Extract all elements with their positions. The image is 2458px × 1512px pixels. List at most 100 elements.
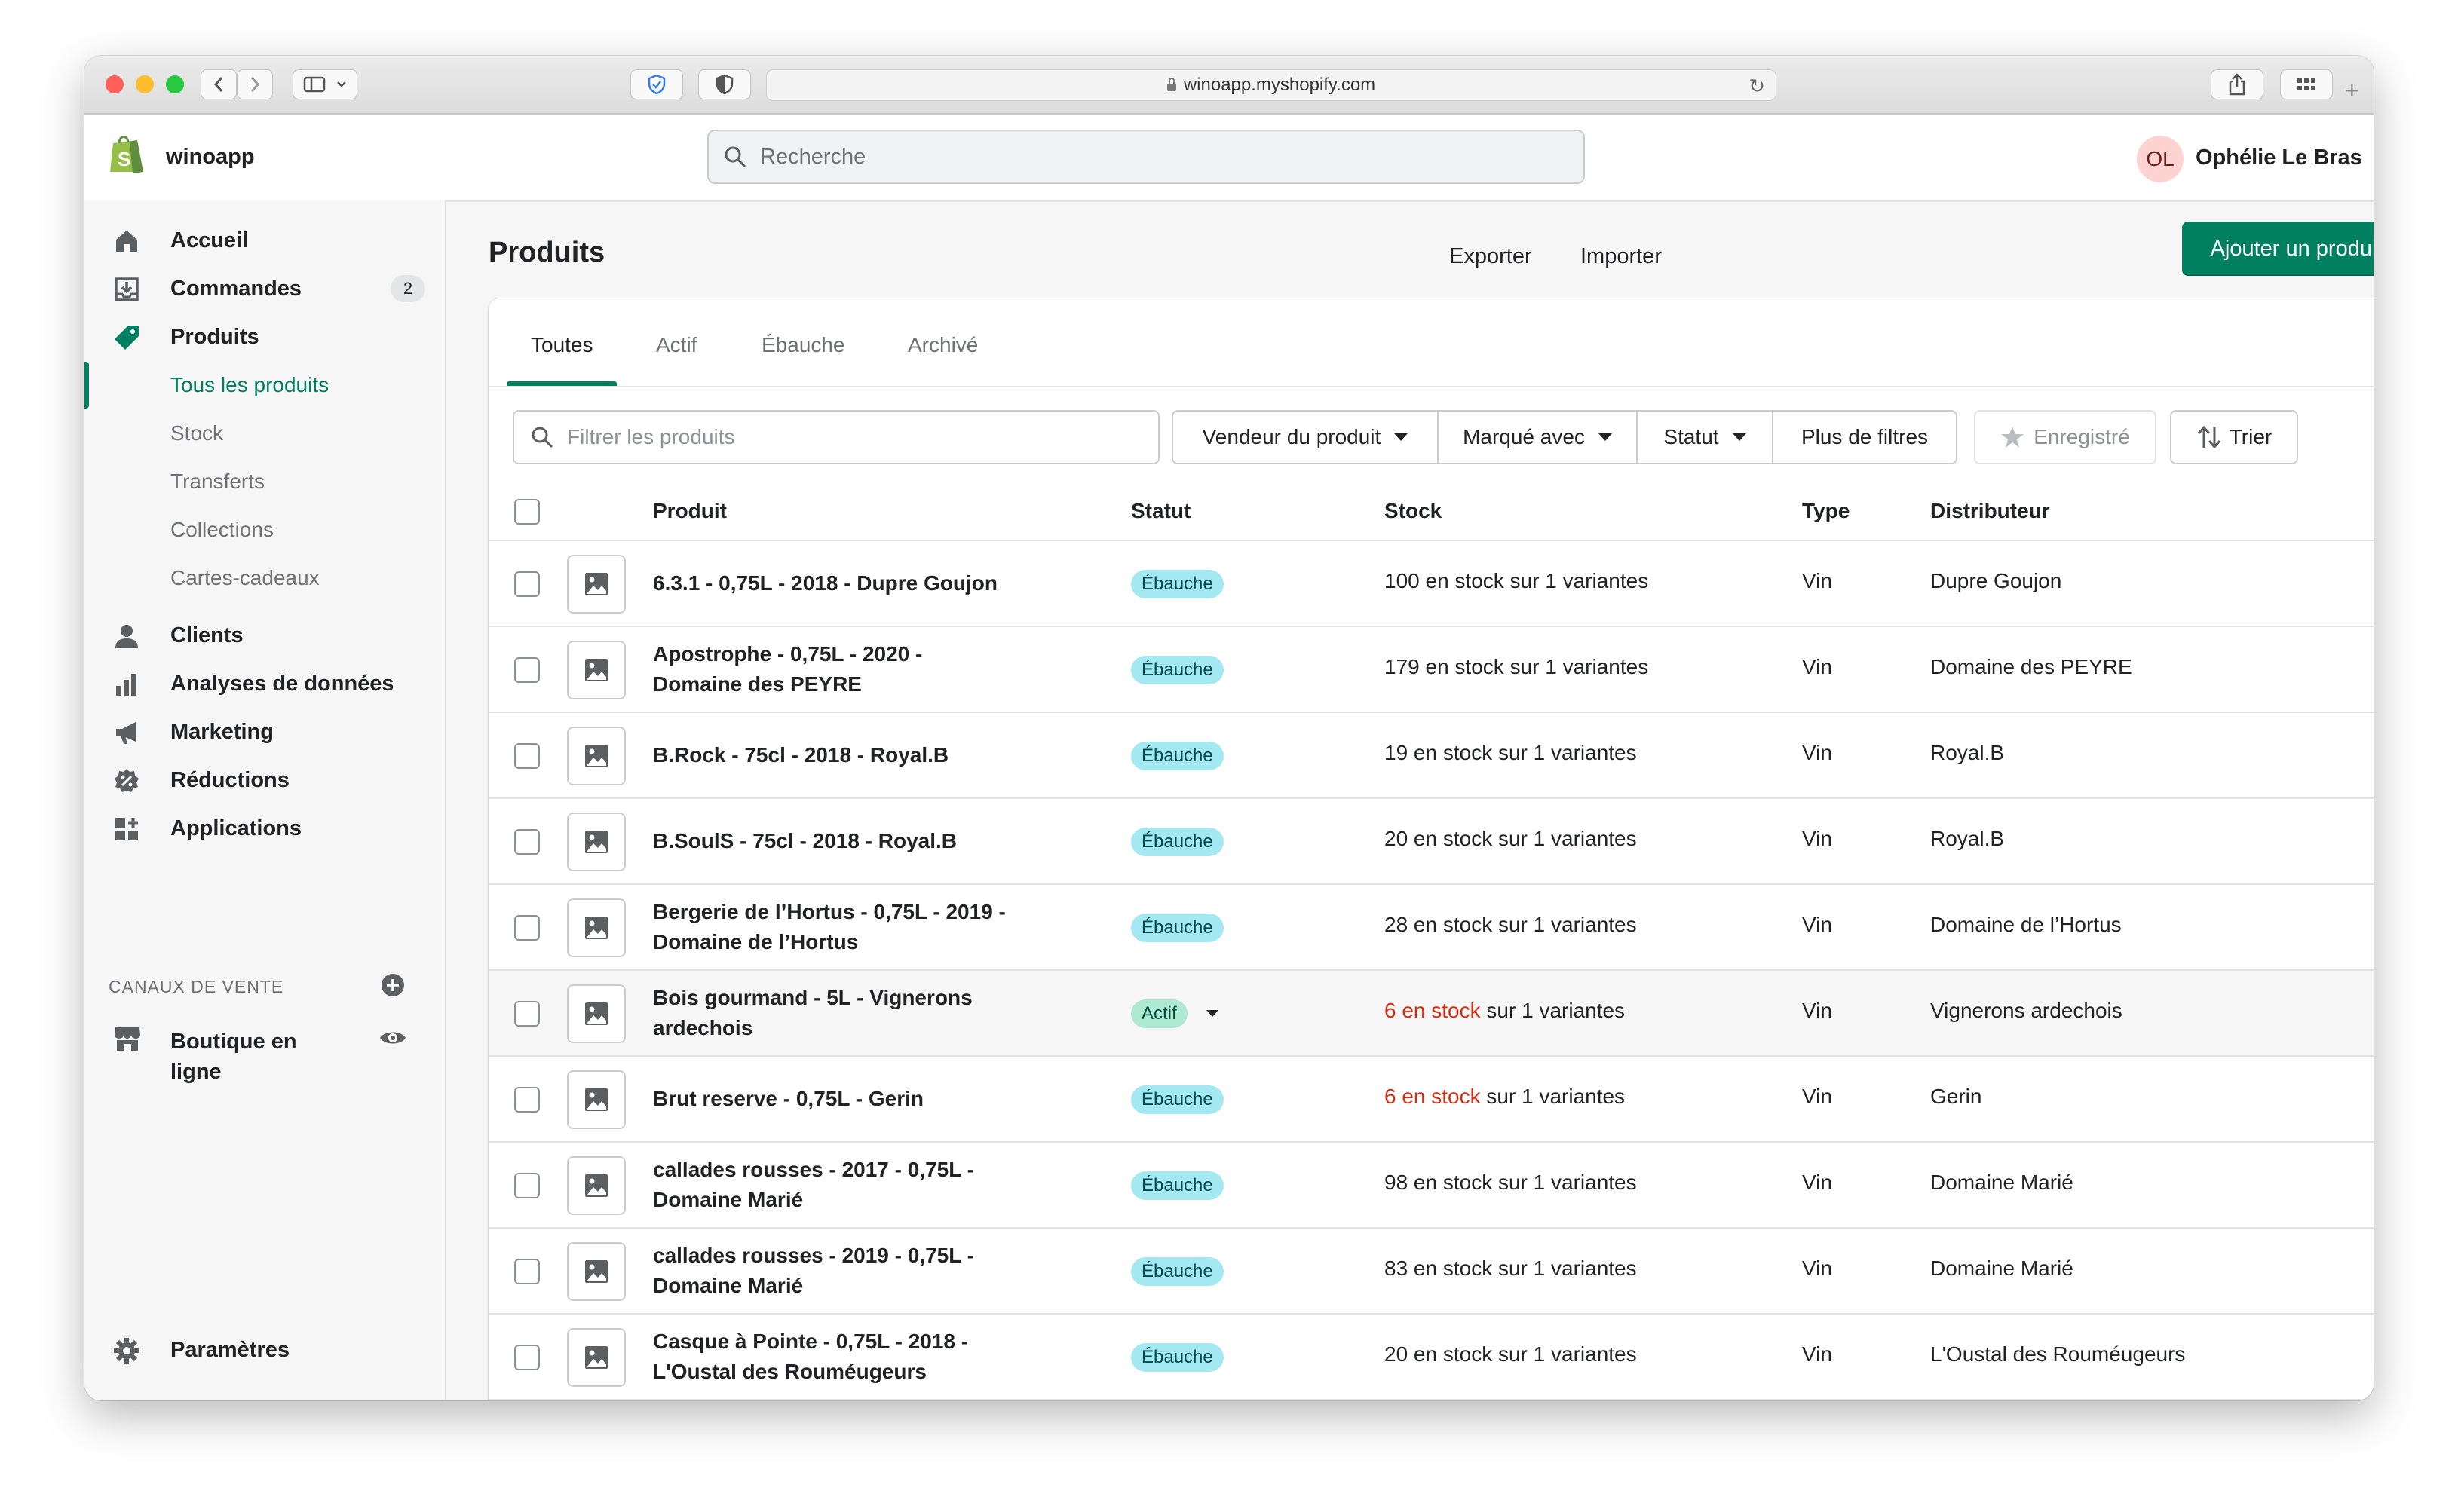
product-name-link[interactable]: Brut reserve - 0,75L - Gerin [653, 1057, 1045, 1141]
product-thumbnail[interactable] [567, 1328, 626, 1387]
shopify-logo-icon[interactable]: S [107, 133, 146, 175]
add-product-button[interactable]: Ajouter un produit [2182, 222, 2374, 276]
apps-icon [115, 818, 138, 840]
sidebar-item-online-store[interactable]: Boutique en ligne [84, 1019, 445, 1094]
product-thumbnail[interactable] [567, 984, 626, 1043]
sidebar-item-commandes[interactable]: Commandes 2 [84, 265, 445, 312]
table-row[interactable]: Brut reserve - 0,75L - Gerin Ébauche 6 en … [489, 1057, 2374, 1143]
select-all-checkbox[interactable] [514, 499, 540, 525]
sidebar-item-settings[interactable]: Paramètres [84, 1327, 445, 1373]
back-button[interactable] [201, 69, 237, 99]
product-thumbnail[interactable] [567, 641, 626, 699]
product-name-link[interactable]: 6.3.1 - 0,75L - 2018 - Dupre Goujon [653, 541, 1045, 626]
row-checkbox[interactable] [514, 1001, 540, 1027]
product-name-link[interactable]: B.SoulS - 75cl - 2018 - Royal.B [653, 799, 1045, 883]
sidebar-item-apps[interactable]: Applications [84, 805, 445, 852]
zoom-window-button[interactable] [166, 75, 184, 93]
product-name-link[interactable]: Casque à Pointe - 0,75L - 2018 - L'Oustal… [653, 1315, 1045, 1399]
sidebar-subitem-transfers[interactable]: Transferts [84, 458, 445, 505]
tab-draft[interactable]: Ébauche [762, 333, 845, 357]
product-name-link[interactable]: callades rousses - 2019 - 0,75L - Domaine… [653, 1229, 1045, 1313]
tab-all[interactable]: Toutes [531, 333, 593, 357]
product-thumbnail[interactable] [567, 898, 626, 957]
column-header-type[interactable]: Type [1802, 499, 1850, 523]
sidebar-subitem-collections[interactable]: Collections [84, 507, 445, 553]
import-button[interactable]: Importer [1580, 244, 1662, 269]
row-checkbox[interactable] [514, 915, 540, 941]
tab-overview-button[interactable] [2280, 69, 2333, 99]
forward-button[interactable] [237, 69, 273, 99]
status-filter-button[interactable]: Statut [1636, 410, 1773, 464]
row-checkbox[interactable] [514, 571, 540, 597]
sidebar-item-produits[interactable]: Produits [84, 314, 445, 360]
table-row[interactable]: callades rousses - 2017 - 0,75L - Domaine… [489, 1143, 2374, 1229]
store-name[interactable]: winoapp [166, 145, 255, 170]
filter-products-input[interactable]: Filtrer les produits [513, 410, 1160, 464]
sidebar-subitem-all-products[interactable]: Tous les produits [84, 362, 445, 409]
sidebar-subitem-stock[interactable]: Stock [84, 410, 445, 457]
table-row[interactable]: callades rousses - 2019 - 0,75L - Domaine… [489, 1229, 2374, 1315]
table-row[interactable]: Bois gourmand - 5L - Vignerons ardechois A… [489, 971, 2374, 1057]
eye-icon[interactable] [379, 1028, 407, 1048]
avatar[interactable]: OL [2137, 136, 2184, 182]
product-thumbnail[interactable] [567, 727, 626, 785]
new-tab-icon[interactable]: + [2345, 77, 2359, 105]
export-button[interactable]: Exporter [1449, 244, 1532, 269]
sidebar-toggle-button[interactable] [293, 69, 357, 99]
sidebar-item-discounts[interactable]: Réductions [84, 757, 445, 803]
column-header-stock[interactable]: Stock [1384, 499, 1442, 523]
product-name-link[interactable]: B.Rock - 75cl - 2018 - Royal.B [653, 713, 1045, 797]
row-checkbox[interactable] [514, 1087, 540, 1113]
tab-archived[interactable]: Archivé [908, 333, 978, 357]
column-header-product[interactable]: Produit [653, 499, 727, 523]
product-thumbnail[interactable] [567, 1156, 626, 1215]
content-blocker-button[interactable] [698, 69, 751, 99]
add-channel-icon[interactable] [380, 972, 406, 998]
address-bar[interactable]: winoapp.myshopify.com ↻ [766, 69, 1776, 101]
product-name-link[interactable]: Bois gourmand - 5L - Vignerons ardechois [653, 971, 1045, 1055]
image-placeholder-icon [585, 1346, 608, 1369]
table-row[interactable]: Casque à Pointe - 0,75L - 2018 - L'Oustal… [489, 1315, 2374, 1400]
product-name-link[interactable]: Apostrophe - 0,75L - 2020 - Domaine des P… [653, 627, 1045, 712]
product-thumbnail[interactable] [567, 1070, 626, 1129]
column-header-status[interactable]: Statut [1131, 499, 1191, 523]
sidebar-item-clients[interactable]: Clients [84, 612, 445, 659]
tab-active[interactable]: Actif [656, 333, 697, 357]
column-header-vendor[interactable]: Distributeur [1930, 499, 2050, 523]
product-name-link[interactable]: Bergerie de l’Hortus - 0,75L - 2019 - Dom… [653, 885, 1045, 969]
row-checkbox[interactable] [514, 743, 540, 769]
tagged-filter-button[interactable]: Marqué avec [1437, 410, 1638, 464]
table-row[interactable]: B.Rock - 75cl - 2018 - Royal.B Ébauche 19 … [489, 713, 2374, 799]
global-search-input[interactable]: Recherche [707, 130, 1585, 184]
vendor-filter-button[interactable]: Vendeur du produit [1172, 410, 1439, 464]
more-filters-button[interactable]: Plus de filtres [1772, 410, 1957, 464]
privacy-report-button[interactable] [630, 69, 683, 99]
row-checkbox[interactable] [514, 1173, 540, 1198]
status-dropdown-caret-icon[interactable] [1206, 1010, 1218, 1017]
table-row[interactable]: 6.3.1 - 0,75L - 2018 - Dupre Goujon Ébauc… [489, 541, 2374, 627]
close-window-button[interactable] [106, 75, 124, 93]
sidebar-item-marketing[interactable]: Marketing [84, 709, 445, 755]
product-name-link[interactable]: callades rousses - 2017 - 0,75L - Domaine… [653, 1143, 1045, 1227]
sidebar-subitem-gift-cards[interactable]: Cartes-cadeaux [84, 555, 445, 601]
row-checkbox[interactable] [514, 1259, 540, 1284]
share-button[interactable] [2211, 69, 2263, 99]
table-row[interactable]: Bergerie de l’Hortus - 0,75L - 2019 - Dom… [489, 885, 2374, 971]
reload-icon[interactable]: ↻ [1748, 75, 1765, 98]
minimize-window-button[interactable] [136, 75, 154, 93]
row-checkbox[interactable] [514, 657, 540, 683]
sidebar-item-accueil[interactable]: Accueil [84, 217, 445, 264]
product-thumbnail[interactable] [567, 555, 626, 614]
stock-variants: sur 1 variantes [1492, 741, 1637, 764]
table-row[interactable]: B.SoulS - 75cl - 2018 - Royal.B Ébauche 20… [489, 799, 2374, 885]
sidebar-item-analytics[interactable]: Analyses de données [84, 660, 445, 707]
user-name[interactable]: Ophélie Le Bras [2196, 145, 2362, 170]
row-checkbox[interactable] [514, 1345, 540, 1370]
table-row[interactable]: Apostrophe - 0,75L - 2020 - Domaine des P… [489, 627, 2374, 713]
saved-views-button[interactable]: Enregistré [1974, 410, 2156, 464]
status-badge[interactable]: Actif [1131, 999, 1188, 1028]
product-thumbnail[interactable] [567, 1242, 626, 1301]
product-thumbnail[interactable] [567, 813, 626, 871]
row-checkbox[interactable] [514, 829, 540, 855]
sort-button[interactable]: Trier [2170, 410, 2298, 464]
